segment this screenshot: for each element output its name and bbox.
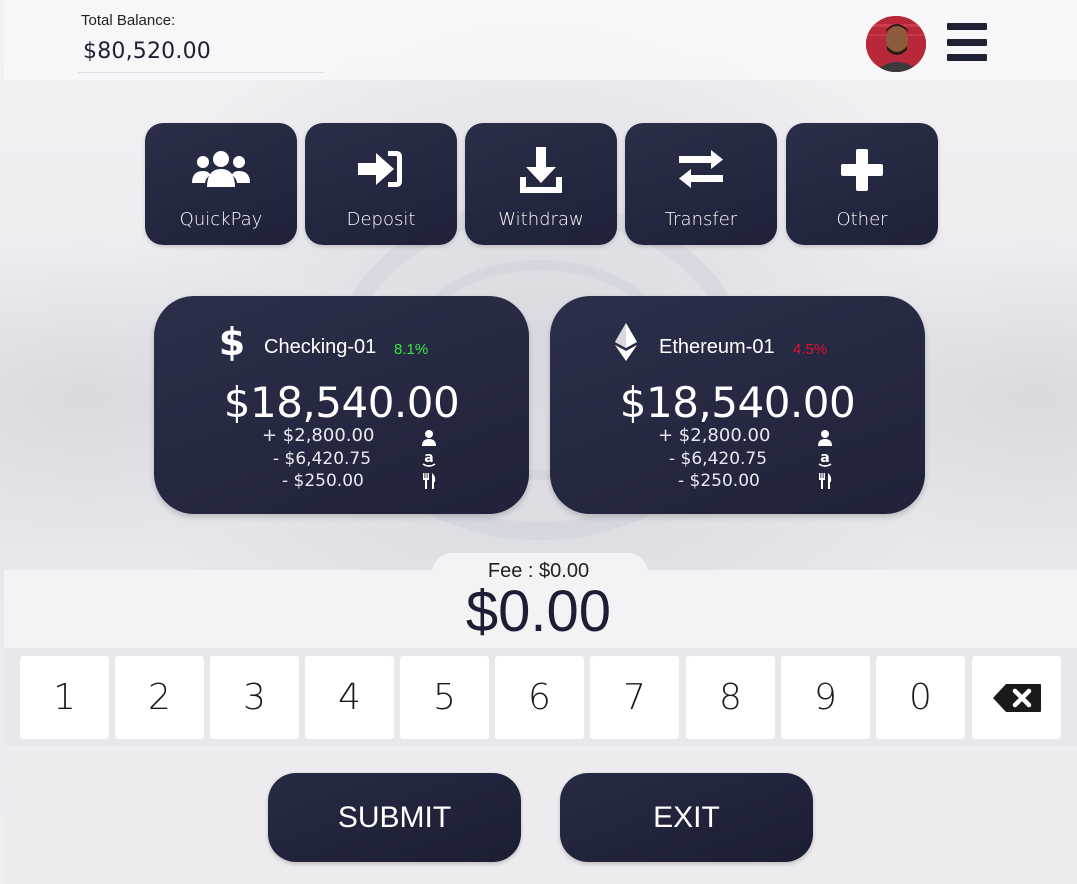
quickpay-label: QuickPay: [179, 209, 263, 230]
user-icon: [818, 430, 832, 446]
transaction-amount: - $6,420.75: [669, 449, 768, 469]
users-icon: [145, 147, 297, 195]
ethereum-icon: [614, 323, 638, 366]
transaction-amount: - $250.00: [678, 471, 760, 491]
withdraw-label: Withdraw: [498, 209, 584, 230]
bottom-bar: [4, 746, 1077, 884]
total-balance-value: $80,520.00: [83, 39, 211, 64]
key-2[interactable]: 2: [115, 656, 204, 739]
account-balance: $18,540.00: [619, 378, 856, 427]
svg-text:a: a: [424, 450, 433, 466]
key-0[interactable]: 0: [876, 656, 965, 739]
deposit-label: Deposit: [346, 209, 416, 230]
transaction-amount: - $250.00: [282, 471, 364, 491]
account-change: 8.1%: [394, 341, 429, 358]
transaction-amount: + $2,800.00: [658, 425, 771, 446]
transfer-button[interactable]: Transfer: [625, 123, 777, 245]
avatar-portrait-icon: [866, 16, 926, 72]
svg-text:$: $: [220, 322, 244, 362]
entered-amount: $0.00: [465, 579, 612, 644]
user-icon: [422, 430, 436, 446]
account-name: Checking-01: [264, 336, 377, 358]
exit-button[interactable]: EXIT: [560, 773, 813, 862]
key-8[interactable]: 8: [686, 656, 775, 739]
key-5[interactable]: 5: [400, 656, 489, 739]
backspace-icon: [992, 683, 1041, 712]
other-label: Other: [836, 209, 888, 230]
key-7[interactable]: 7: [590, 656, 679, 739]
hamburger-menu-icon[interactable]: [947, 23, 987, 63]
key-6[interactable]: 6: [495, 656, 584, 739]
account-card-checking[interactable]: $ Checking-01 8.1% $18,540.00 + $2,800.0…: [154, 296, 529, 514]
key-1[interactable]: 1: [20, 656, 109, 739]
amazon-icon: a: [422, 450, 436, 467]
transaction-amount: - $6,420.75: [273, 449, 372, 469]
total-balance-label: Total Balance:: [81, 12, 176, 29]
deposit-button[interactable]: Deposit: [305, 123, 457, 245]
sign-in-icon: [305, 147, 457, 195]
key-4[interactable]: 4: [305, 656, 394, 739]
action-buttons: QuickPay Deposit Withdraw Transfer Other: [145, 123, 938, 245]
utensils-icon: [819, 473, 832, 489]
download-icon: [465, 147, 617, 195]
account-name: Ethereum-01: [659, 336, 775, 358]
submit-button[interactable]: SUBMIT: [268, 773, 521, 862]
key-9[interactable]: 9: [781, 656, 870, 739]
svg-text:a: a: [820, 450, 829, 466]
other-button[interactable]: Other: [786, 123, 938, 245]
plus-icon: [786, 147, 938, 195]
account-balance: $18,540.00: [223, 378, 460, 427]
account-card-ethereum[interactable]: Ethereum-01 4.5% $18,540.00 + $2,800.00 …: [550, 296, 925, 514]
quickpay-button[interactable]: QuickPay: [145, 123, 297, 245]
amazon-icon: a: [818, 450, 832, 467]
transaction-amount: + $2,800.00: [262, 425, 375, 446]
exchange-icon: [625, 147, 777, 195]
withdraw-button[interactable]: Withdraw: [465, 123, 617, 245]
key-3[interactable]: 3: [210, 656, 299, 739]
user-avatar[interactable]: [866, 16, 926, 72]
balance-divider: [78, 72, 324, 73]
transfer-label: Transfer: [664, 209, 738, 230]
account-change: 4.5%: [793, 341, 828, 358]
backspace-key[interactable]: [972, 656, 1061, 739]
dollar-icon: $: [219, 320, 245, 367]
utensils-icon: [423, 473, 436, 489]
